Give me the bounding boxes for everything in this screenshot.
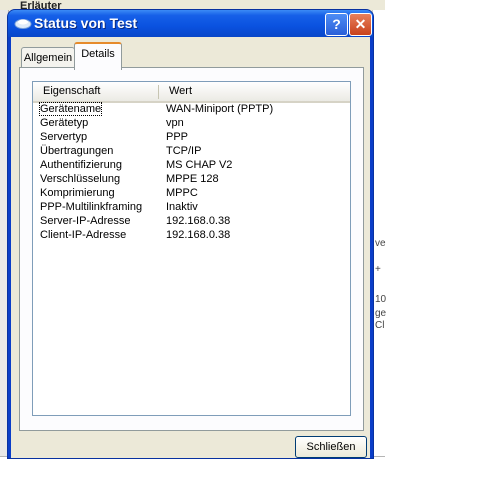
background-text: + — [375, 264, 381, 275]
column-header-value[interactable]: Wert — [169, 82, 192, 101]
tab-details[interactable]: Details — [74, 42, 122, 70]
background-text: Cl — [375, 320, 385, 331]
row-property: Servertyp — [40, 131, 88, 143]
row-value: TCP/IP — [166, 145, 202, 157]
row-value: vpn — [166, 117, 184, 129]
background-statusbar — [0, 456, 385, 471]
row-value: MS CHAP V2 — [166, 159, 233, 171]
dialog-titlebar[interactable]: Status von Test ? ✕ — [8, 10, 373, 37]
row-value: WAN-Miniport (PPTP) — [166, 103, 274, 115]
close-window-button[interactable]: ✕ — [349, 13, 372, 36]
list-row[interactable]: Client-IP-Adresse 192.168.0.38 — [33, 229, 350, 243]
row-property: PPP-Multilinkframing — [40, 201, 143, 213]
row-property: Verschlüsselung — [40, 173, 121, 185]
list-row[interactable]: Übertragungen TCP/IP — [33, 145, 350, 159]
list-row[interactable]: Gerätetyp vpn — [33, 117, 350, 131]
row-property: Übertragungen — [40, 145, 114, 157]
row-property: Client-IP-Adresse — [40, 229, 127, 241]
row-property: Gerätetyp — [40, 117, 89, 129]
row-value: MPPE 128 — [166, 173, 219, 185]
row-value: PPP — [166, 131, 189, 143]
row-value: MPPC — [166, 187, 198, 199]
list-row[interactable]: Komprimierung MPPC — [33, 187, 350, 201]
background-text: ge — [375, 308, 387, 319]
status-dialog: Status von Test ? ✕ Allgemein Details Ei… — [8, 10, 373, 458]
dialog-title: Status von Test — [34, 15, 138, 31]
list-row[interactable]: PPP-Multilinkframing Inaktiv — [33, 201, 350, 215]
column-header-property[interactable]: Eigenschaft — [43, 82, 100, 101]
row-property: Authentifizierung — [40, 159, 122, 171]
row-value: 192.168.0.38 — [166, 215, 231, 227]
tab-allgemein[interactable]: Allgemein — [21, 47, 75, 68]
list-row[interactable]: Verschlüsselung MPPE 128 — [33, 173, 350, 187]
details-tab-panel: Eigenschaft Wert Gerätename WAN-Miniport… — [19, 67, 364, 431]
list-row[interactable]: Server-IP-Adresse 192.168.0.38 — [33, 215, 350, 229]
background-text: 10 — [375, 294, 387, 305]
row-property: Komprimierung — [40, 187, 115, 199]
network-connection-icon — [14, 19, 32, 29]
row-value: 192.168.0.38 — [166, 229, 231, 241]
row-property: Server-IP-Adresse — [40, 215, 131, 227]
list-body: Gerätename WAN-Miniport (PPTP) Gerätetyp… — [33, 102, 350, 243]
column-divider[interactable] — [158, 85, 159, 99]
background-text: ve — [375, 238, 386, 249]
help-button[interactable]: ? — [325, 13, 348, 36]
row-value: Inaktiv — [166, 201, 198, 213]
list-row[interactable]: Gerätename WAN-Miniport (PPTP) — [33, 102, 350, 117]
schliessen-button[interactable]: Schließen — [295, 436, 367, 458]
dialog-client: Allgemein Details Eigenschaft Wert Gerät… — [11, 37, 370, 458]
list-row[interactable]: Servertyp PPP — [33, 131, 350, 145]
row-property: Gerätename — [38, 102, 103, 116]
list-row[interactable]: Authentifizierung MS CHAP V2 — [33, 159, 350, 173]
properties-list[interactable]: Eigenschaft Wert Gerätename WAN-Miniport… — [32, 81, 351, 416]
list-header: Eigenschaft Wert — [33, 82, 350, 103]
